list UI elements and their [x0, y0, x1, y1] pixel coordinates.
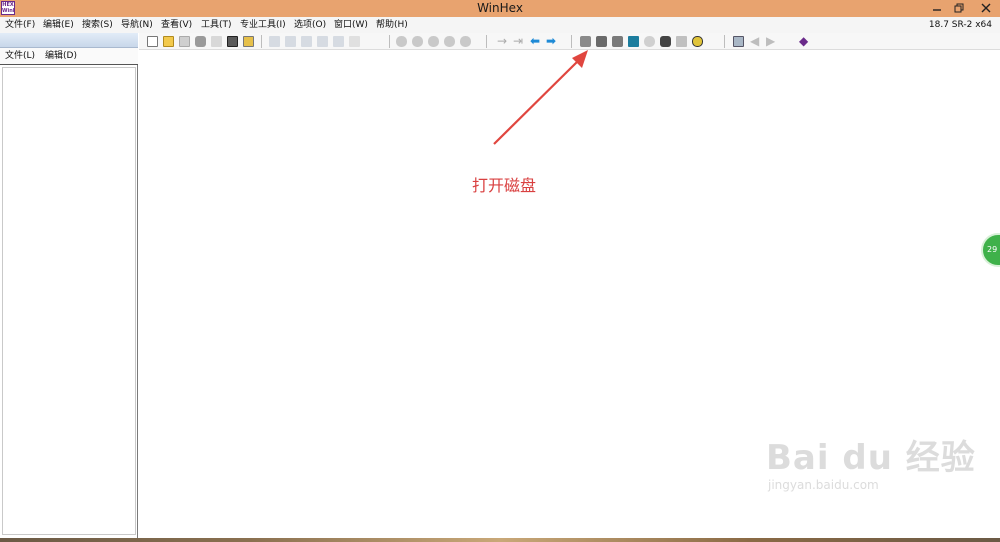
goto-offset-icon[interactable]: → [497, 34, 507, 48]
goto-end-icon[interactable]: ⇥ [513, 34, 523, 48]
directory-browser-panel: 文件(L) 编辑(D) [0, 33, 138, 538]
menu-tools[interactable]: 工具(T) [201, 17, 232, 33]
panel-menu-bar: 文件(L) 编辑(D) [0, 48, 138, 65]
prev-icon[interactable]: ◀ [750, 34, 759, 48]
properties-icon[interactable] [211, 36, 222, 47]
copy-icon[interactable] [285, 36, 296, 47]
restore-icon [954, 3, 964, 13]
toolbar-separator [486, 35, 487, 48]
open-drive-icon[interactable] [596, 36, 607, 47]
menu-navigation[interactable]: 导航(N) [121, 17, 153, 33]
minimize-button[interactable] [926, 0, 948, 17]
paste-special-icon[interactable] [333, 36, 344, 47]
restore-button[interactable] [948, 0, 970, 17]
print-icon[interactable] [195, 36, 206, 47]
watermark-url: jingyan.baidu.com [768, 478, 879, 492]
panel-menu-edit[interactable]: 编辑(D) [45, 48, 77, 65]
window-title: WinHex [477, 1, 523, 15]
toolbar-separator [261, 35, 262, 48]
menu-bar: 文件(F) 编辑(E) 搜索(S) 导航(N) 查看(V) 工具(T) 专业工具… [0, 17, 1000, 33]
export-icon[interactable] [243, 36, 254, 47]
find-icon[interactable] [396, 36, 407, 47]
forward-icon[interactable]: ➡ [546, 34, 556, 48]
panel-header [0, 33, 138, 48]
title-bar[interactable]: HEX WinHex WinHex [0, 0, 1000, 17]
search-disk-icon[interactable] [644, 36, 655, 47]
menu-edit[interactable]: 编辑(E) [43, 17, 74, 33]
cut-icon[interactable] [301, 36, 312, 47]
replace-hex-icon[interactable] [444, 36, 455, 47]
close-icon [981, 3, 991, 13]
tools-icon[interactable] [692, 36, 703, 47]
menu-specialist-tools[interactable]: 专业工具(I) [240, 17, 286, 33]
menu-view[interactable]: 查看(V) [161, 17, 192, 33]
toolbar-separator [389, 35, 390, 48]
menu-search[interactable]: 搜索(S) [82, 17, 113, 33]
hex-icon[interactable] [349, 36, 360, 47]
menu-help[interactable]: 帮助(H) [376, 17, 408, 33]
menu-window[interactable]: 窗口(W) [334, 17, 368, 33]
save-icon[interactable] [179, 36, 190, 47]
annotation-label: 打开磁盘 [472, 176, 537, 195]
winhex-logo-icon[interactable]: ◆ [799, 34, 808, 48]
back-icon[interactable]: ⬅ [530, 34, 540, 48]
replace-icon[interactable] [428, 36, 439, 47]
desktop-strip [0, 538, 1000, 542]
open-disk-icon[interactable] [580, 36, 591, 47]
grid-icon[interactable] [733, 36, 744, 47]
paste-icon[interactable] [317, 36, 328, 47]
version-label: 18.7 SR-2 x64 [928, 20, 992, 30]
toolbar-separator [571, 35, 572, 48]
winhex-window: HEX WinHex WinHex 文件(F) 编辑(E) 搜索(S) 导航(N… [0, 0, 1000, 542]
chart-icon[interactable] [676, 36, 687, 47]
minimize-icon [933, 9, 941, 11]
next-icon[interactable]: ▶ [766, 34, 775, 48]
close-button[interactable] [972, 0, 1000, 17]
watermark-brand: Bai du 经验 [766, 438, 976, 478]
toolbar: → ⇥ ⬅ ➡ ◀ ▶ ◆ [139, 33, 1000, 50]
panel-list[interactable] [2, 67, 136, 535]
ram-icon[interactable] [628, 36, 639, 47]
clipboard-icon[interactable] [227, 36, 238, 47]
cross-icon[interactable] [460, 36, 471, 47]
find-hex-icon[interactable] [412, 36, 423, 47]
menu-options[interactable]: 选项(O) [294, 17, 326, 33]
menu-file[interactable]: 文件(F) [5, 17, 35, 33]
analyze-icon[interactable] [660, 36, 671, 47]
undo-icon[interactable] [269, 36, 280, 47]
open-media-icon[interactable] [612, 36, 623, 47]
baidu-watermark: Bai du 经验 jingyan.baidu.com [766, 438, 976, 492]
open-file-icon[interactable] [163, 36, 174, 47]
panel-menu-file[interactable]: 文件(L) [5, 48, 35, 65]
toolbar-separator [724, 35, 725, 48]
new-file-icon[interactable] [147, 36, 158, 47]
